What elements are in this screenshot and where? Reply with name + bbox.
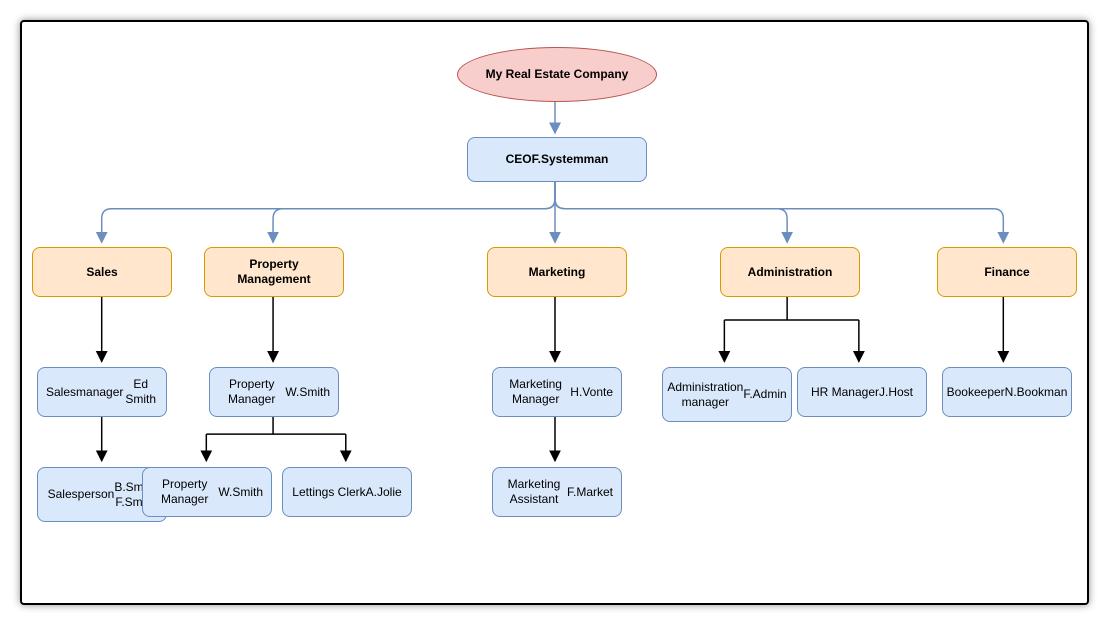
dept-sales: Sales — [32, 247, 172, 297]
chart-frame: My Real Estate Company CEO F.Systemman S… — [20, 20, 1089, 605]
person-name: F.Admin — [743, 387, 786, 402]
person-title: HR Manager — [811, 385, 879, 400]
marketing-manager-node: Marketing Manager H.Vonte — [492, 367, 622, 417]
admin-manager-node: Administration manager F.Admin — [662, 367, 792, 422]
dept-label: Marketing — [529, 265, 586, 280]
person-title: Bookeeper — [947, 385, 1005, 400]
dept-admin: Administration — [720, 247, 860, 297]
person-name: A.Jolie — [366, 485, 402, 500]
dept-label: Property Management — [237, 257, 310, 287]
salesmanager-node: Salesmanager Ed Smith — [37, 367, 167, 417]
person-name: W.Smith — [285, 385, 330, 400]
dept-label: Sales — [86, 265, 117, 280]
ceo-name: F.Systemman — [532, 152, 609, 167]
dept-label: Finance — [984, 265, 1029, 280]
person-title: Property Manager — [151, 477, 218, 507]
bookeeper-node: Bookeeper N.Bookman — [942, 367, 1072, 417]
person-title: Marketing Manager — [501, 377, 570, 407]
hr-manager-node: HR Manager J.Host — [797, 367, 927, 417]
person-title: Salesperson — [48, 487, 115, 502]
person-name: W.Smith — [218, 485, 263, 500]
person-title: Property Manager — [218, 377, 285, 407]
person-name: F.Market — [567, 485, 613, 500]
property-manager-2-node: Property Manager W.Smith — [142, 467, 272, 517]
dept-finance: Finance — [937, 247, 1077, 297]
person-title: Lettings Clerk — [292, 485, 365, 500]
dept-label: Administration — [748, 265, 833, 280]
person-name: H.Vonte — [570, 385, 613, 400]
person-name: Ed Smith — [123, 377, 158, 407]
org-chart-canvas: My Real Estate Company CEO F.Systemman S… — [0, 0, 1109, 625]
lettings-clerk-node: Lettings Clerk A.Jolie — [282, 467, 412, 517]
ceo-title: CEO — [506, 152, 532, 167]
person-title: Salesmanager — [46, 385, 123, 400]
person-name: N.Bookman — [1005, 385, 1068, 400]
person-name: J.Host — [879, 385, 913, 400]
ceo-node: CEO F.Systemman — [467, 137, 647, 182]
person-title: Marketing Assistant — [501, 477, 567, 507]
company-node: My Real Estate Company — [457, 47, 657, 102]
dept-marketing: Marketing — [487, 247, 627, 297]
property-manager-node: Property Manager W.Smith — [209, 367, 339, 417]
dept-property: Property Management — [204, 247, 344, 297]
marketing-assistant-node: Marketing Assistant F.Market — [492, 467, 622, 517]
person-title: Administration manager — [667, 380, 743, 410]
